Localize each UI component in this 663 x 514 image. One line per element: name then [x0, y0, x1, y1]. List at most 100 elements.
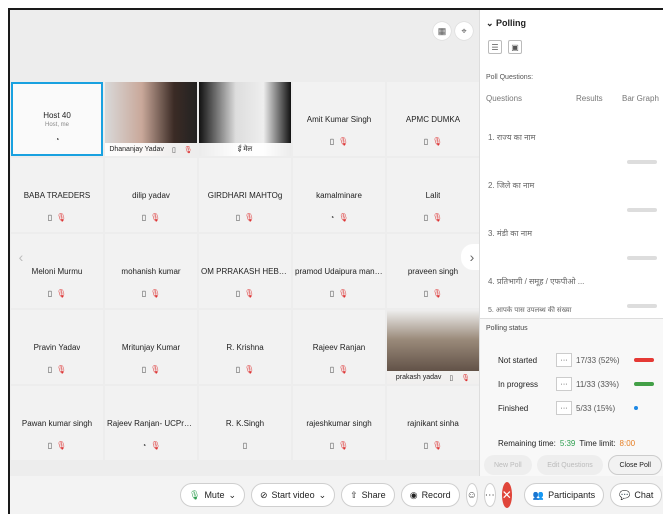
participant-status-icons: ◔ 🎙: [293, 213, 385, 222]
more-icon[interactable]: ···: [556, 377, 572, 391]
remaining-value: 5:39: [559, 439, 576, 448]
status-value: 11/33 (33%): [576, 379, 619, 389]
mute-button[interactable]: 🎙 Mute ⌄: [180, 483, 245, 507]
device-icon: ▯: [242, 441, 248, 450]
video-label: Dhananjay Yadav ▯ 🎙: [105, 143, 197, 156]
start-video-button[interactable]: ⊘ Start video ⌄: [251, 483, 336, 507]
headset-icon: ◔: [54, 135, 60, 144]
status-label: Finished: [498, 403, 529, 413]
device-icon: ▯: [329, 365, 335, 374]
participant-tile[interactable]: Rajeev Ranjan ▯ 🎙: [293, 310, 385, 384]
status-row: In progress ··· 11/33 (33%): [498, 377, 660, 391]
mic-muted-icon: 🎙: [244, 365, 255, 374]
chevron-left-icon[interactable]: ‹: [10, 244, 32, 270]
share-label: Share: [361, 490, 386, 500]
participant-status-icons: ▯ 🎙: [105, 213, 197, 222]
chevron-down-icon[interactable]: ⌄: [319, 490, 327, 501]
participant-name: ई मेल: [237, 146, 253, 153]
poll-question[interactable]: 4. प्रतिभागी / समूह / एफपीओ ...: [488, 276, 608, 287]
chat-label: Chat: [634, 490, 654, 500]
participant-tile[interactable]: Mritunjay Kumar ▯ 🎙: [105, 310, 197, 384]
record-button[interactable]: ◉ Record: [400, 483, 460, 507]
end-meeting-button[interactable]: ✕: [501, 482, 512, 508]
polling-status: Polling status Not started ··· 17/33 (52%)…: [480, 318, 663, 478]
participant-grid: Host 40 Host, me ◔ Dhananjay Yadav ▯ 🎙 ई मेल Am…: [10, 82, 479, 460]
device-icon: ▯: [235, 365, 241, 374]
participant-status-icons: ▯ 🎙: [11, 289, 103, 298]
participant-tile[interactable]: OM PRRAKASH HEBRAM ▯ 🎙: [199, 234, 291, 308]
grid-icon[interactable]: ▦: [433, 22, 451, 40]
new-poll-button[interactable]: New Poll: [484, 455, 532, 475]
participants-label: Participants: [548, 490, 596, 500]
video-label: prakash yadav ▯ 🎙: [387, 371, 479, 384]
mic-muted-icon: 🎙: [338, 365, 349, 374]
participant-tile[interactable]: Rajeev Ranjan- UCProFPC ◔ 🎙: [105, 386, 197, 460]
participant-name: Rajeev Ranjan- UCProFPC: [107, 418, 195, 428]
participant-name: rajnikant sinha: [407, 418, 459, 428]
pin-icon[interactable]: ⌖: [455, 22, 473, 40]
video-off-icon: ⊘: [260, 489, 268, 500]
participant-tile[interactable]: GIRDHARI MAHTOg ▯ 🎙: [199, 158, 291, 232]
close-poll-button[interactable]: Close Poll: [608, 455, 662, 475]
participant-tile[interactable]: Pravin Yadav ▯ 🎙: [11, 310, 103, 384]
mic-muted-icon: 🎙: [244, 213, 255, 222]
chat-icon: 💬: [619, 489, 631, 500]
polling-header[interactable]: ⌄ Polling: [486, 18, 526, 29]
participant-tile[interactable]: dilip yadav ▯ 🎙: [105, 158, 197, 232]
participant-tile[interactable]: BABA TRAEDERS ▯ 🎙: [11, 158, 103, 232]
col-results: Results: [576, 94, 603, 103]
participant-status-icons: ▯ 🎙: [293, 137, 385, 146]
poll-question[interactable]: 1. राज्य का नाम: [488, 132, 608, 143]
chat-button[interactable]: 💬 Chat: [610, 483, 663, 507]
participant-name: Amit Kumar Singh: [306, 114, 372, 124]
device-icon: ▯: [423, 137, 429, 146]
edit-questions-button[interactable]: Edit Questions: [537, 455, 603, 475]
more-icon[interactable]: ···: [556, 401, 572, 415]
list-icon[interactable]: ☰: [488, 40, 502, 54]
device-icon: ▯: [141, 365, 147, 374]
result-bar-placeholder: [627, 304, 657, 308]
participant-name: rajeshkumar singh: [306, 418, 372, 428]
participant-name: R. Krishna: [226, 342, 264, 352]
mic-muted-icon: 🎙: [338, 213, 349, 222]
participant-name: Dhananjay Yadav: [109, 146, 164, 153]
participants-button[interactable]: 👥 Participants: [523, 483, 605, 507]
chevron-down-icon[interactable]: ⌄: [228, 490, 236, 501]
status-color-bar: [634, 382, 654, 386]
more-icon[interactable]: ···: [556, 353, 572, 367]
record-label: Record: [421, 490, 451, 500]
participant-tile[interactable]: rajnikant sinha ▯ 🎙: [387, 386, 479, 460]
more-icon[interactable]: ⋯: [483, 483, 496, 507]
mic-icon: 🎙: [189, 489, 201, 500]
participant-status-icons: ▯ 🎙: [293, 441, 385, 450]
participant-tile[interactable]: prakash yadav ▯ 🎙: [387, 310, 479, 384]
participant-tile[interactable]: R. K.Singh ▯: [199, 386, 291, 460]
participant-tile[interactable]: kamalminare ◔ 🎙: [293, 158, 385, 232]
participant-tile[interactable]: Lalit ▯ 🎙: [387, 158, 479, 232]
participant-tile[interactable]: mohanish kumar ▯ 🎙: [105, 234, 197, 308]
mic-muted-icon: 🎙: [56, 365, 67, 374]
participant-status-icons: ▯: [199, 441, 291, 450]
reactions-icon[interactable]: ☺: [465, 483, 478, 507]
participant-tile[interactable]: pramod Udaipura mand... ▯ 🎙: [293, 234, 385, 308]
participant-tile[interactable]: R. Krishna ▯ 🎙: [199, 310, 291, 384]
share-button[interactable]: ⇧ Share: [341, 483, 395, 507]
participants-icon: 👥: [532, 489, 545, 500]
polling-title: Polling: [496, 18, 527, 28]
poll-question[interactable]: 2. जिले का नाम: [488, 180, 608, 191]
save-icon[interactable]: ▣: [508, 40, 522, 54]
participant-name: mohanish kumar: [121, 266, 181, 276]
device-icon: ▯: [449, 374, 454, 382]
participant-name: Mritunjay Kumar: [121, 342, 181, 352]
headset-icon: ◔: [329, 213, 335, 222]
participant-tile[interactable]: praveen singh ▯ 🎙: [387, 234, 479, 308]
poll-question[interactable]: 3. मंडी का नाम: [488, 228, 608, 239]
participant-tile[interactable]: Amit Kumar Singh ▯ 🎙: [293, 82, 385, 156]
participant-tile[interactable]: Dhananjay Yadav ▯ 🎙: [105, 82, 197, 156]
participant-tile[interactable]: ई मेल: [199, 82, 291, 156]
participant-tile[interactable]: Pawan kumar singh ▯ 🎙: [11, 386, 103, 460]
participant-tile[interactable]: rajeshkumar singh ▯ 🎙: [293, 386, 385, 460]
participant-tile[interactable]: APMC DUMKA ▯ 🎙: [387, 82, 479, 156]
participant-tile[interactable]: Host 40 Host, me ◔: [11, 82, 103, 156]
poll-question[interactable]: 5. आपके पास उपलब्ध की संख्या: [488, 306, 608, 314]
